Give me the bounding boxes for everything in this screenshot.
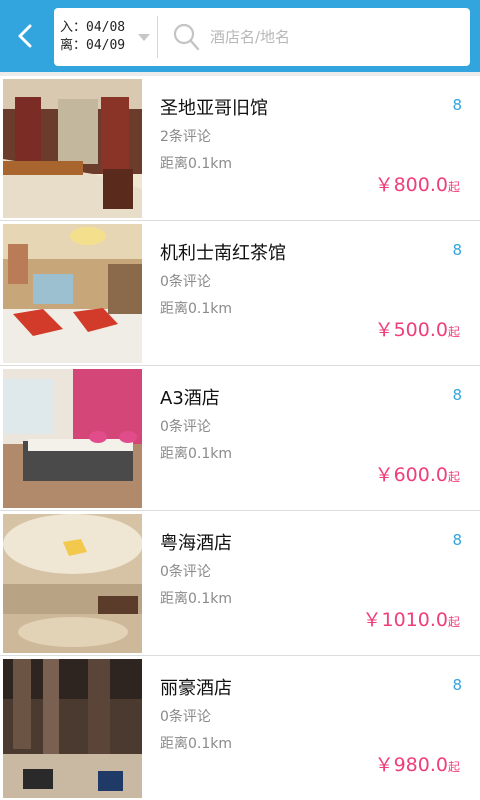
hotel-price: ￥500.0起	[375, 315, 460, 342]
hotel-list-item[interactable]: A3酒店 0条评论 距离0.1km 8 ￥600.0起	[0, 366, 480, 511]
back-button[interactable]	[10, 18, 44, 54]
hotel-price: ￥980.0起	[375, 750, 460, 777]
hotel-name: 圣地亚哥旧馆	[160, 98, 268, 119]
hotel-rating: 8	[452, 241, 462, 259]
price-suffix: 起	[447, 760, 460, 774]
hotel-photo	[3, 224, 142, 363]
price-value: ￥980.0	[374, 754, 448, 776]
hotel-photo	[3, 659, 142, 798]
hotel-rating: 8	[452, 531, 462, 549]
hotel-list-item[interactable]: 机利士南红茶馆 0条评论 距离0.1km 8 ￥500.0起	[0, 221, 480, 366]
hotel-list: 圣地亚哥旧馆 2条评论 距离0.1km 8 ￥800.0起 机利士南红茶馆 0条…	[0, 76, 480, 800]
price-suffix: 起	[447, 180, 460, 194]
dropdown-arrow-icon[interactable]	[138, 34, 150, 41]
hotel-name: 机利士南红茶馆	[160, 243, 286, 264]
hotel-distance: 距离0.1km	[160, 591, 233, 607]
checkin-date: 入：04/08	[60, 20, 126, 35]
hotel-name: 丽豪酒店	[160, 678, 232, 699]
checkout-date: 离：04/09	[60, 38, 126, 53]
hotel-distance: 距离0.1km	[160, 446, 233, 462]
hotel-distance: 距离0.1km	[160, 301, 233, 317]
search-input[interactable]	[210, 25, 450, 49]
hotel-price: ￥600.0起	[375, 460, 460, 487]
hotel-rating: 8	[452, 96, 462, 114]
hotel-name: 粤海酒店	[160, 533, 232, 554]
price-value: ￥800.0	[374, 174, 448, 196]
review-count: 0条评论	[160, 709, 211, 725]
hotel-distance: 距离0.1km	[160, 736, 233, 752]
hotel-list-item[interactable]: 粤海酒店 0条评论 距离0.1km 8 ￥1010.0起	[0, 511, 480, 656]
price-suffix: 起	[447, 615, 460, 629]
price-suffix: 起	[447, 325, 460, 339]
hotel-name: A3酒店	[160, 388, 220, 409]
top-bar: 入：04/08 离：04/09	[0, 0, 480, 72]
date-selector[interactable]: 入：04/08 离：04/09	[60, 19, 125, 55]
hotel-rating: 8	[452, 386, 462, 404]
price-value: ￥500.0	[374, 319, 448, 341]
hotel-price: ￥1010.0起	[363, 605, 461, 632]
review-count: 2条评论	[160, 129, 211, 145]
hotel-photo	[3, 369, 142, 508]
price-value: ￥1010.0	[362, 609, 448, 631]
price-suffix: 起	[447, 470, 460, 484]
hotel-photo	[3, 79, 142, 218]
review-count: 0条评论	[160, 564, 211, 580]
price-value: ￥600.0	[374, 464, 448, 486]
hotel-list-item[interactable]: 圣地亚哥旧馆 2条评论 距离0.1km 8 ￥800.0起	[0, 76, 480, 221]
hotel-photo	[3, 514, 142, 653]
hotel-list-item[interactable]: 丽豪酒店 0条评论 距离0.1km 8 ￥980.0起	[0, 656, 480, 800]
hotel-rating: 8	[452, 676, 462, 694]
hotel-distance: 距离0.1km	[160, 156, 233, 172]
search-icon	[173, 23, 200, 51]
review-count: 0条评论	[160, 274, 211, 290]
chevron-left-icon	[18, 24, 32, 48]
review-count: 0条评论	[160, 419, 211, 435]
divider	[157, 16, 158, 58]
hotel-price: ￥800.0起	[375, 170, 460, 197]
search-box: 入：04/08 离：04/09	[54, 8, 470, 66]
